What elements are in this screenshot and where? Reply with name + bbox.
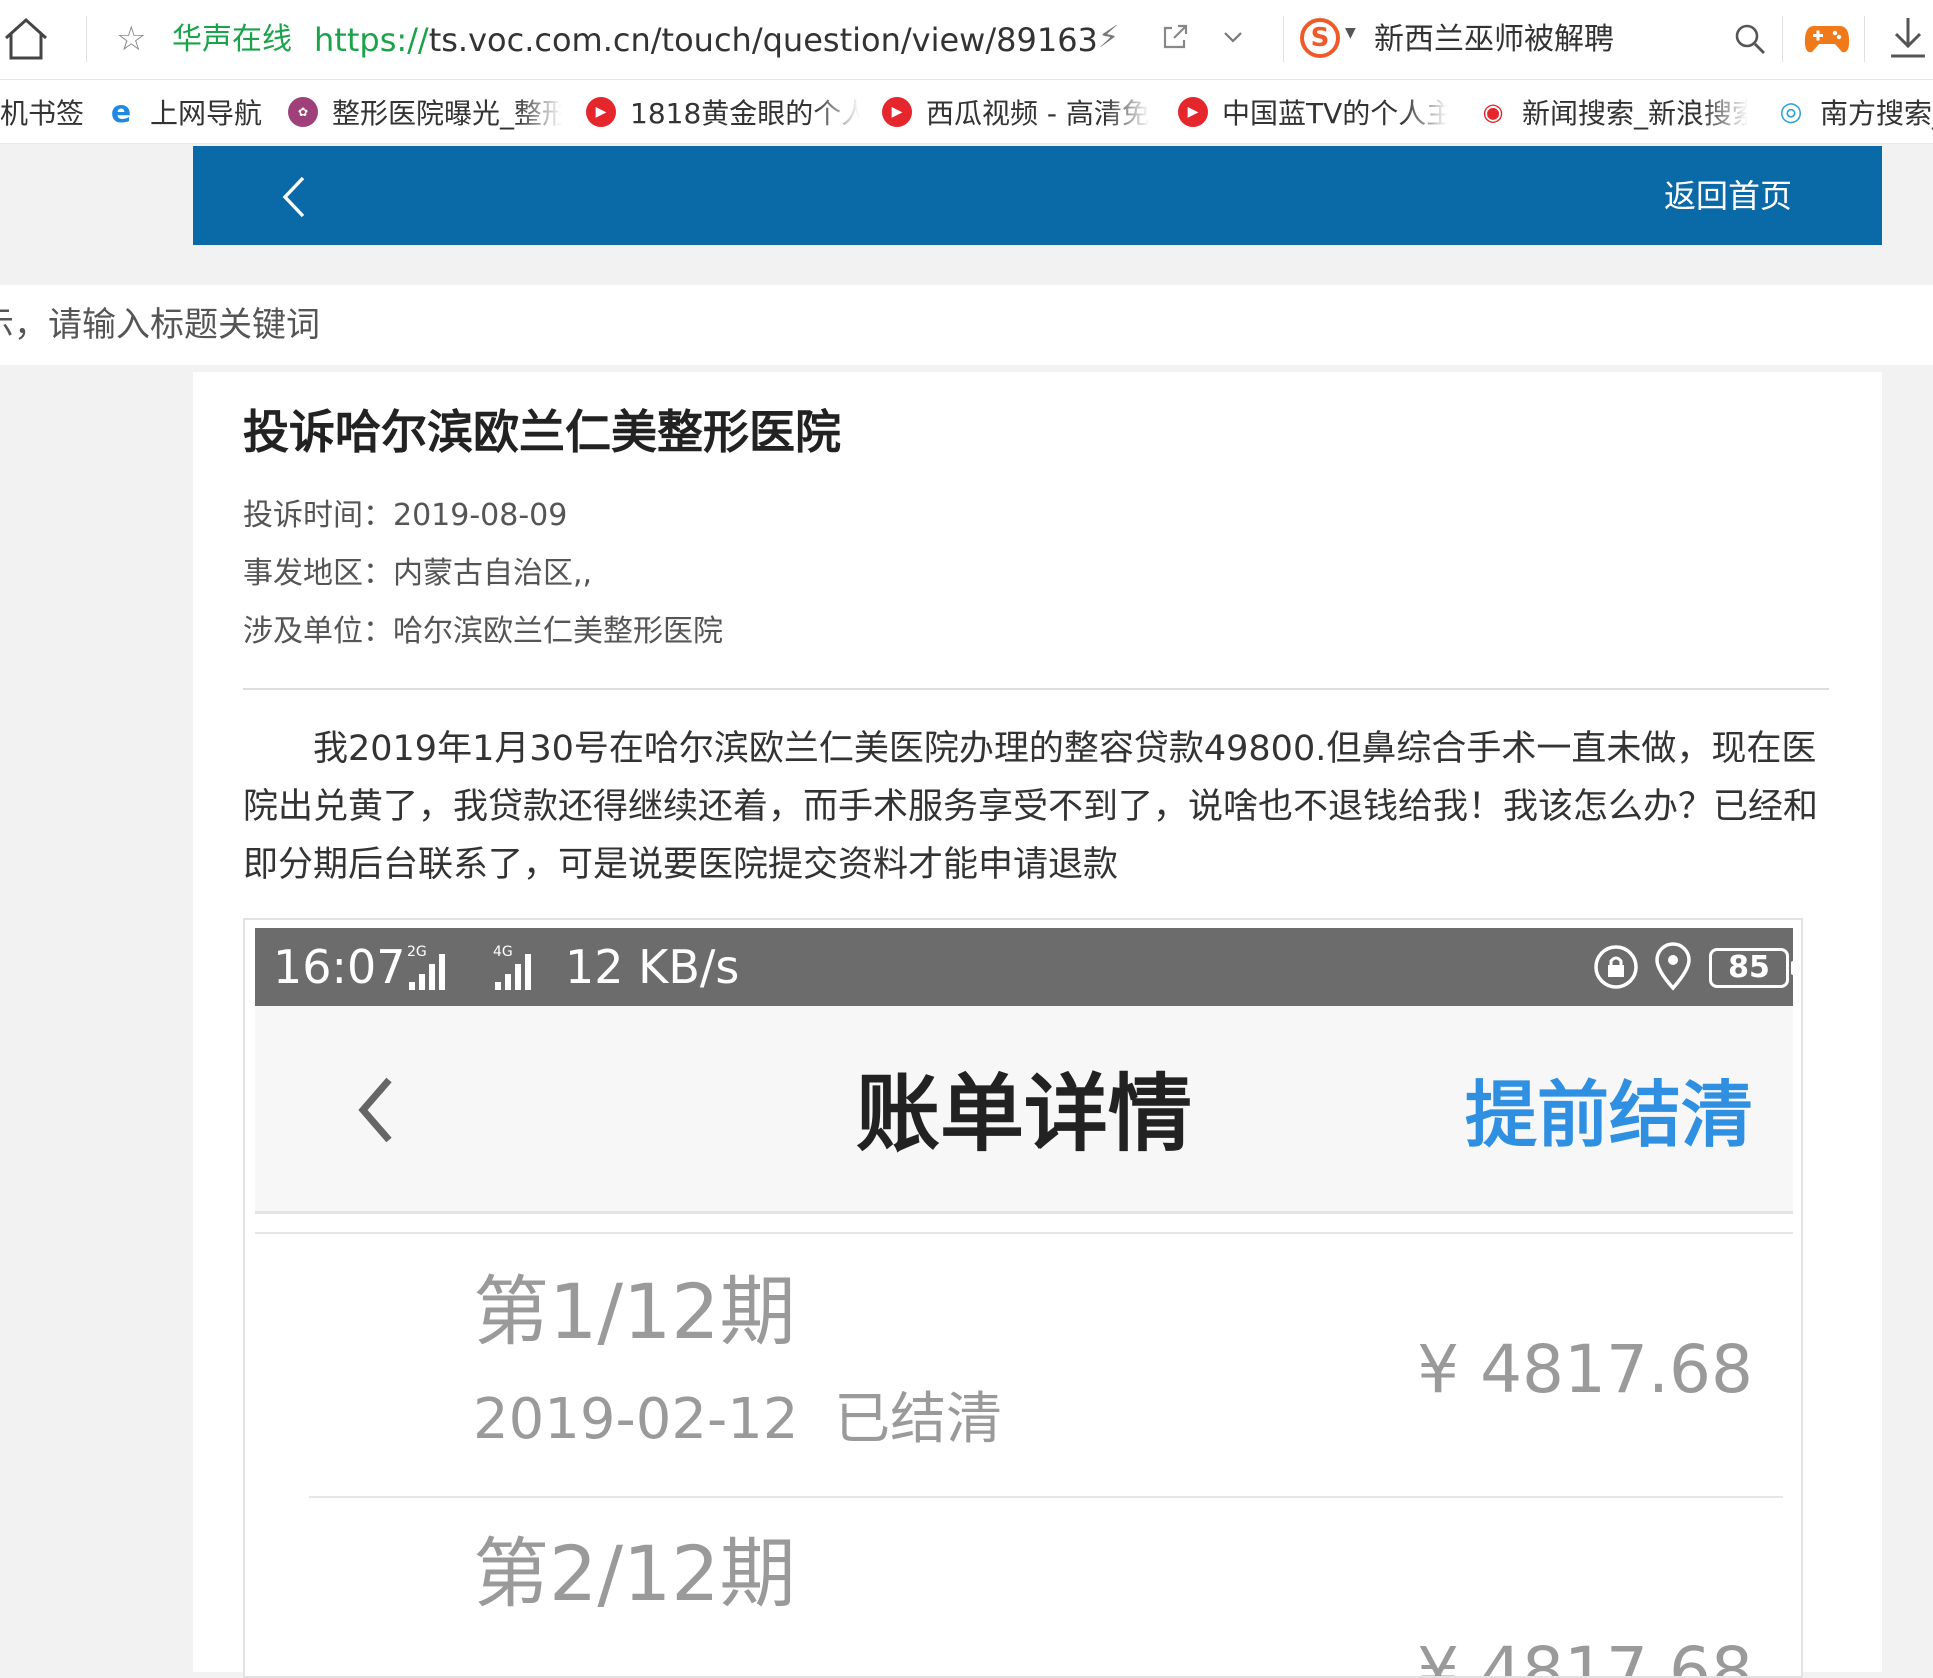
attached-screenshot: 16:07 2G 4G 12 KB/s 85 账单详情 提前结清 第1/12期 … — [243, 918, 1803, 1678]
page-title: 投诉哈尔滨欧兰仁美整形医院 — [243, 405, 841, 459]
star-icon[interactable]: ☆ — [116, 21, 146, 57]
bookmark-item[interactable]: 机书签 — [0, 92, 84, 132]
early-payoff-button[interactable]: 提前结清 — [1465, 1070, 1753, 1160]
time-value: 2019-08-09 — [393, 498, 568, 533]
bill-row[interactable]: 第1/12期 2019-02-12 已结清 ¥ 4817.68 — [255, 1236, 1793, 1498]
share-icon[interactable] — [1160, 22, 1190, 52]
signal1-label: 2G — [407, 944, 427, 960]
address-bar: ☆ 华声在线 https://ts.voc.com.cn/touch/quest… — [0, 0, 1933, 80]
bookmark-label: 中国蓝TV的个人主 — [1222, 97, 1448, 130]
ie-icon: e — [106, 95, 136, 130]
separator — [1283, 16, 1284, 62]
bill-row[interactable]: 第2/12期 ¥ 4817.68 — [255, 1498, 1793, 1678]
bill-amount: ¥ 4817.68 — [1417, 1633, 1753, 1678]
top-nav-bar: 返回首页 — [193, 146, 1882, 245]
signal2-label: 4G — [493, 944, 513, 960]
url-field[interactable]: https://ts.voc.com.cn/touch/question/vie… — [314, 20, 1098, 60]
bill-period: 第1/12期 — [473, 1267, 796, 1356]
bill-date-status: 2019-02-12 已结清 — [473, 1384, 1002, 1456]
bookmark-item[interactable]: ▶ 西瓜视频 - 高清免 — [882, 92, 1150, 132]
back-arrow-icon[interactable] — [279, 174, 309, 220]
url-path: ts.voc.com.cn/touch/question/view/89163 — [428, 21, 1098, 59]
site-name: 华声在线 — [172, 22, 292, 57]
signal-icon: 4G — [493, 944, 531, 990]
chevron-down-icon[interactable] — [1222, 26, 1244, 48]
bookmark-item[interactable]: ▶ 中国蓝TV的个人主 — [1178, 92, 1448, 132]
bookmark-label: 1818黄金眼的个人 — [630, 97, 860, 130]
network-speed: 12 KB/s — [565, 940, 740, 994]
unit-label: 涉及单位： — [243, 614, 393, 649]
nanfang-icon: ◎ — [1776, 97, 1806, 127]
search-icon[interactable] — [1733, 22, 1767, 56]
bookmark-item[interactable]: ▶ 1818黄金眼的个人 — [586, 92, 860, 132]
separator — [1864, 16, 1865, 62]
bookmark-label: 西瓜视频 - 高清免 — [926, 97, 1150, 130]
engine-dropdown-icon[interactable]: ▼ — [1345, 25, 1356, 41]
bookmark-label: 机书签 — [0, 97, 85, 130]
home-link[interactable]: 返回首页 — [1664, 174, 1792, 218]
bill-amount: ¥ 4817.68 — [1417, 1331, 1753, 1408]
bookmark-item[interactable]: e 上网导航 — [106, 92, 262, 132]
gamepad-icon[interactable] — [1804, 22, 1850, 56]
bookmark-item[interactable]: ◎ 南方搜索_ — [1776, 92, 1933, 132]
divider — [255, 1232, 1793, 1234]
bookmark-label: 南方搜索_ — [1820, 97, 1933, 130]
bill-date: 2019-02-12 — [473, 1387, 799, 1452]
region-value: 内蒙古自治区,, — [393, 556, 593, 591]
status-time: 16:07 — [273, 940, 406, 994]
divider — [243, 688, 1829, 690]
complaint-time: 投诉时间：2019-08-09 — [243, 494, 567, 538]
bill-status: 已结清 — [834, 1387, 1003, 1452]
sogou-icon[interactable]: S — [1300, 18, 1340, 58]
url-protocol: https:// — [314, 21, 429, 59]
lightning-icon[interactable]: ⚡ — [1098, 20, 1119, 55]
separator — [86, 16, 87, 62]
region-label: 事发地区： — [243, 556, 393, 591]
play-icon: ▶ — [586, 97, 616, 127]
hot-search-text[interactable]: 新西兰巫师被解聘 — [1374, 20, 1614, 60]
signal-icon: 2G — [407, 944, 445, 990]
bookmark-label: 上网导航 — [150, 97, 263, 130]
phone-status-bar: 16:07 2G 4G 12 KB/s 85 — [255, 928, 1796, 1006]
time-label: 投诉时间： — [243, 498, 393, 533]
battery-icon: 85 — [1709, 948, 1796, 988]
location-icon — [1655, 942, 1691, 991]
clinic-icon: ✿ — [288, 97, 318, 127]
unit-value: 哈尔滨欧兰仁美整形医院 — [393, 614, 723, 649]
download-icon[interactable] — [1888, 16, 1928, 60]
bookmark-item[interactable]: ◉ 新闻搜索_新浪搜索 — [1478, 92, 1748, 132]
complaint-unit: 涉及单位：哈尔滨欧兰仁美整形医院 — [243, 610, 723, 654]
rotation-lock-icon — [1594, 945, 1638, 989]
search-input[interactable] — [0, 285, 1933, 365]
home-icon[interactable] — [2, 16, 50, 62]
search-bar — [0, 285, 1933, 365]
play-icon: ▶ — [1178, 97, 1208, 127]
complaint-body: 我2019年1月30号在哈尔滨欧兰仁美医院办理的整容贷款49800.但鼻综合手术… — [243, 729, 1819, 885]
bill-header: 账单详情 提前结清 — [255, 1006, 1793, 1214]
bookmark-item[interactable]: ✿ 整形医院曝光_整形 — [288, 92, 562, 132]
bookmark-label: 整形医院曝光_整形 — [332, 97, 562, 130]
bookmark-label: 新闻搜索_新浪搜索 — [1522, 97, 1748, 130]
separator — [1782, 16, 1783, 62]
bookmarks-bar: 机书签 e 上网导航 ✿ 整形医院曝光_整形 ▶ 1818黄金眼的个人 ▶ 西瓜… — [0, 80, 1933, 144]
bill-period: 第2/12期 — [473, 1529, 796, 1618]
weibo-icon: ◉ — [1478, 97, 1508, 127]
play-icon: ▶ — [882, 97, 912, 127]
complaint-card: 投诉哈尔滨欧兰仁美整形医院 投诉时间：2019-08-09 事发地区：内蒙古自治… — [193, 372, 1882, 1678]
complaint-region: 事发地区：内蒙古自治区,, — [243, 552, 592, 596]
